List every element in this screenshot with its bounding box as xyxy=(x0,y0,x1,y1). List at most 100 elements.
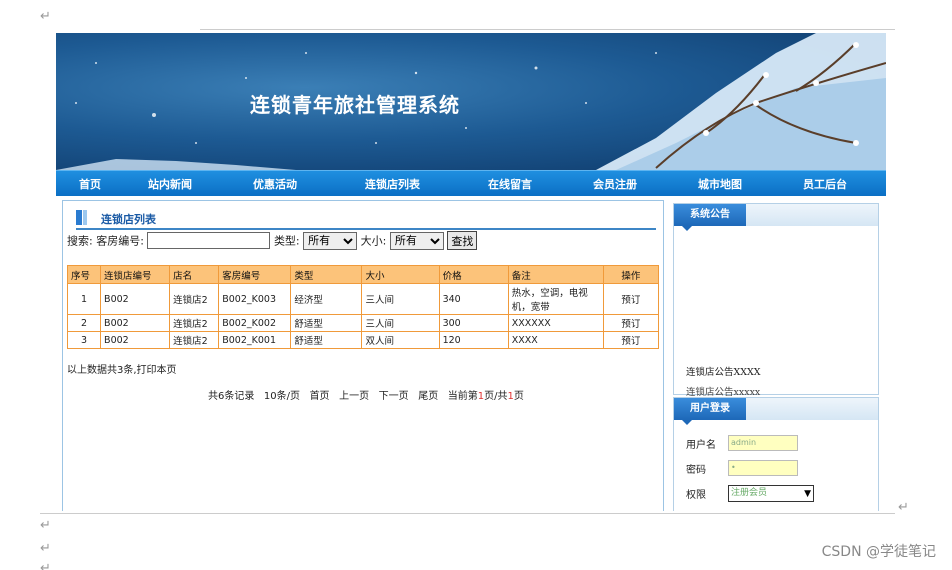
pager-first[interactable]: 首页 xyxy=(310,391,330,402)
pager-per-page: 10条/页 xyxy=(263,391,301,402)
col-header: 类型 xyxy=(290,265,363,284)
cell-store-no: B002 xyxy=(100,314,171,332)
cell-index: 3 xyxy=(66,331,102,349)
panel-header: 连锁店列表 xyxy=(76,208,656,230)
search-bar: 搜索: 客房编号: 类型: 所有 大小: 所有 查找 xyxy=(67,231,478,250)
cell-type: 舒适型 xyxy=(290,331,363,349)
winter-scene-graphic xyxy=(56,33,886,170)
search-label: 搜索: xyxy=(67,234,93,248)
col-header: 价格 xyxy=(438,265,509,284)
col-header: 客房编号 xyxy=(218,265,292,284)
paragraph-mark: ↵ xyxy=(40,518,51,533)
pager-prev[interactable]: 上一页 xyxy=(339,391,369,402)
cell-remark: XXXXXX xyxy=(507,314,604,332)
cell-remark: 热水，空调，电视机，宽带 xyxy=(507,283,604,315)
search-button[interactable]: 查找 xyxy=(447,231,478,250)
cell-type: 经济型 xyxy=(290,283,363,315)
reserve-link[interactable]: 预订 xyxy=(602,331,660,349)
nav-site-news[interactable]: 站内新闻 xyxy=(148,176,192,192)
notice-item[interactable]: 连锁店公告XXXX xyxy=(686,364,761,378)
store-table: 序号 连锁店编号 店名 客房编号 类型 大小 价格 备注 操作 1 B002 连… xyxy=(66,265,660,349)
size-select[interactable]: 所有 xyxy=(389,231,444,250)
password-label: 密码 xyxy=(686,465,706,476)
col-header: 店名 xyxy=(169,265,220,284)
nav-city-map[interactable]: 城市地图 xyxy=(698,176,742,192)
nav-online-message[interactable]: 在线留言 xyxy=(488,176,532,192)
store-list-panel: 连锁店列表 搜索: 客房编号: 类型: 所有 大小: 所有 查找 序号 连锁店编… xyxy=(62,200,664,511)
cell-room-no: B002_K002 xyxy=(218,314,292,332)
panel-title: 连锁店列表 xyxy=(101,213,156,226)
page-bottom-border xyxy=(40,513,895,514)
col-header: 备注 xyxy=(507,265,604,284)
page-top-border xyxy=(200,29,895,30)
login-title: 用户登录 xyxy=(674,398,746,425)
paragraph-mark: ↵ xyxy=(40,9,51,24)
page-document: 连锁青年旅社管理系统 首页 站内新闻 优惠活动 连锁店列表 在线留言 会员注册 … xyxy=(56,33,886,511)
notice-box: 系统公告 连锁店公告XXXX 连锁店公告xxxxx xyxy=(673,203,879,398)
pager-last[interactable]: 尾页 xyxy=(418,391,438,402)
size-label: 大小: xyxy=(360,234,387,248)
cell-type: 舒适型 xyxy=(290,314,363,332)
reserve-link[interactable]: 预订 xyxy=(602,314,660,332)
nav-home[interactable]: 首页 xyxy=(79,176,101,192)
summary-text: 以上数据共3条,打印本页 xyxy=(67,365,177,376)
type-label: 类型: xyxy=(273,234,300,248)
cell-price: 120 xyxy=(438,331,509,349)
role-select[interactable]: 注册会员 ▼ xyxy=(728,485,814,502)
room-no-input[interactable] xyxy=(147,232,271,249)
table-header-row: 序号 连锁店编号 店名 客房编号 类型 大小 价格 备注 操作 xyxy=(66,265,660,284)
cell-price: 340 xyxy=(438,283,509,315)
table-row: 3 B002 连锁店2 B002_K001 舒适型 双人间 120 XXXX 预… xyxy=(66,331,660,349)
cell-room-no: B002_K003 xyxy=(218,283,292,315)
cell-store-name: 连锁店2 xyxy=(169,283,220,315)
nav-staff-backend[interactable]: 员工后台 xyxy=(803,176,847,192)
watermark: CSDN @学徒笔记 xyxy=(821,544,936,560)
username-input[interactable]: admin xyxy=(728,435,798,451)
pager-current-mid: 页/共 xyxy=(484,391,508,402)
notice-title: 系统公告 xyxy=(674,204,746,231)
role-label: 权限 xyxy=(686,490,706,501)
reserve-link[interactable]: 预订 xyxy=(602,283,660,315)
cell-price: 300 xyxy=(438,314,509,332)
cell-size: 双人间 xyxy=(361,331,440,349)
login-header: 用户登录 xyxy=(674,398,878,425)
pagination: 共6条记录 10条/页 首页 上一页 下一页 尾页 当前第1页/共1页 xyxy=(208,387,524,402)
notice-item[interactable]: 连锁店公告xxxxx xyxy=(686,384,760,398)
nav-store-list[interactable]: 连锁店列表 xyxy=(365,176,420,192)
nav-member-register[interactable]: 会员注册 xyxy=(593,176,637,192)
table-row: 2 B002 连锁店2 B002_K002 舒适型 三人间 300 XXXXXX… xyxy=(66,314,660,332)
cell-remark: XXXX xyxy=(507,331,604,349)
type-select[interactable]: 所有 xyxy=(303,231,358,250)
cell-store-no: B002 xyxy=(100,331,171,349)
cell-store-name: 连锁店2 xyxy=(169,314,220,332)
cell-index: 1 xyxy=(66,283,102,315)
paragraph-mark: ↵ xyxy=(40,561,51,570)
chevron-down-icon: ▼ xyxy=(804,489,811,499)
room-no-label: 客房编号: xyxy=(96,234,144,248)
cell-room-no: B002_K001 xyxy=(218,331,292,349)
panel-marker-icon xyxy=(76,210,82,225)
cell-store-name: 连锁店2 xyxy=(169,331,220,349)
cell-store-no: B002 xyxy=(100,283,171,315)
col-header: 操作 xyxy=(602,265,660,284)
header-banner: 连锁青年旅社管理系统 xyxy=(56,33,886,170)
col-header: 序号 xyxy=(66,265,102,284)
cell-index: 2 xyxy=(66,314,102,332)
pager-current-suffix: 页 xyxy=(513,391,524,402)
login-box: 用户登录 用户名 admin 密码 • 权限 注册会员 ▼ xyxy=(673,397,879,511)
panel-marker-icon xyxy=(83,210,87,225)
paragraph-mark: ↵ xyxy=(40,541,51,556)
pager-next[interactable]: 下一页 xyxy=(379,391,409,402)
nav-promotions[interactable]: 优惠活动 xyxy=(253,176,297,192)
site-title: 连锁青年旅社管理系统 xyxy=(250,93,460,117)
main-nav: 首页 站内新闻 优惠活动 连锁店列表 在线留言 会员注册 城市地图 员工后台 xyxy=(56,170,886,196)
col-header: 连锁店编号 xyxy=(100,265,171,284)
cell-size: 三人间 xyxy=(361,283,440,315)
username-label: 用户名 xyxy=(686,440,716,451)
password-input[interactable]: • xyxy=(728,460,798,476)
cell-size: 三人间 xyxy=(361,314,440,332)
notice-header: 系统公告 xyxy=(674,204,878,231)
pager-current-prefix: 当前第 xyxy=(447,391,478,402)
table-row: 1 B002 连锁店2 B002_K003 经济型 三人间 340 热水，空调，… xyxy=(66,283,660,315)
col-header: 大小 xyxy=(361,265,440,284)
